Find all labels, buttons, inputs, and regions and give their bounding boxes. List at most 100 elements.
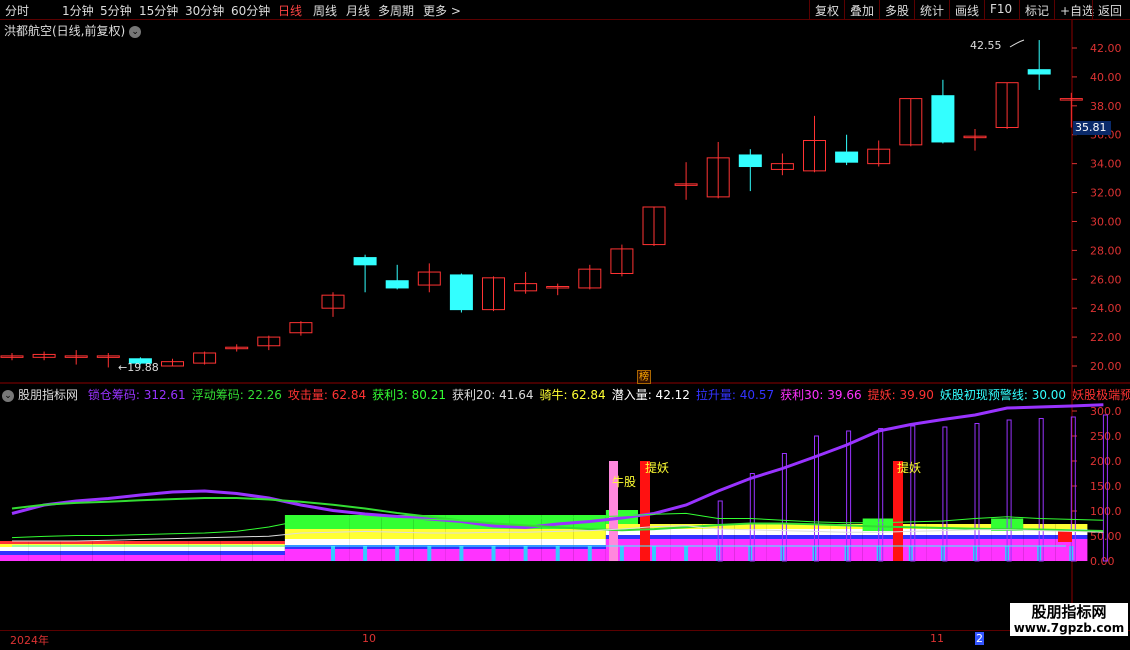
lock-chip-line bbox=[11, 403, 1104, 530]
band-segment bbox=[60, 551, 93, 555]
watermark: 股朋指标网 www.7gpzb.com bbox=[1010, 603, 1128, 636]
chart-canvas[interactable]: 42.0040.0038.0036.0034.0032.0030.0028.00… bbox=[0, 0, 1130, 630]
bang-badge[interactable]: 榜 bbox=[637, 370, 651, 384]
indicator-tick-label: 250.0 bbox=[1090, 430, 1122, 443]
band-segment bbox=[413, 539, 446, 545]
band-segment bbox=[92, 547, 125, 551]
indicator-name: 股朋指标网 bbox=[18, 388, 79, 402]
band-segment bbox=[252, 541, 285, 544]
band-segment bbox=[124, 551, 157, 555]
cyan-marker bbox=[427, 546, 432, 561]
price-tick-label: 22.00 bbox=[1090, 331, 1122, 344]
indicator-title-row: ⌄ 股朋指标网 锁仓筹码: 312.61 浮动筹码: 22.26 攻击量: 62.84… bbox=[2, 386, 1130, 403]
band-segment bbox=[573, 539, 606, 545]
band-segment bbox=[445, 539, 478, 545]
candle-body bbox=[353, 257, 377, 266]
candle-body bbox=[835, 151, 859, 163]
date-label: 11 bbox=[930, 632, 944, 645]
candle-body bbox=[931, 95, 955, 143]
low-arrow-icon: ← bbox=[118, 361, 128, 374]
tiyao-label: 提妖 bbox=[897, 460, 921, 475]
band-segment bbox=[509, 529, 542, 539]
band-segment bbox=[156, 547, 189, 551]
band-segment bbox=[28, 555, 61, 561]
price-tick-label: 28.00 bbox=[1090, 244, 1122, 257]
price-tick-label: 34.00 bbox=[1090, 158, 1122, 171]
price-tick-label: 26.00 bbox=[1090, 273, 1122, 286]
band-segment bbox=[188, 541, 221, 544]
candle-body bbox=[738, 154, 762, 168]
price-tick-label: 32.00 bbox=[1090, 187, 1122, 200]
candle-body bbox=[1027, 69, 1051, 75]
cyan-marker bbox=[652, 546, 656, 561]
band-segment bbox=[124, 541, 157, 544]
chevron-down-icon[interactable]: ⌄ bbox=[2, 389, 14, 402]
indicator-tick-label: 0.00 bbox=[1090, 555, 1115, 568]
indicator-value: 获利30: 39.66 bbox=[780, 388, 862, 402]
price-tick-label: 38.00 bbox=[1090, 100, 1122, 113]
band-segment bbox=[124, 555, 157, 561]
indicator-value: 拉升量: 40.57 bbox=[695, 388, 775, 402]
indicator-value: 骑牛: 62.84 bbox=[539, 388, 606, 402]
band-segment bbox=[477, 539, 510, 545]
date-label: 2024年 bbox=[10, 634, 49, 647]
band-segment bbox=[413, 529, 446, 539]
cyan-marker bbox=[619, 546, 624, 561]
indicator-tick-label: 200.0 bbox=[1090, 455, 1122, 468]
cyan-marker bbox=[395, 546, 400, 561]
band-segment bbox=[349, 539, 382, 545]
band-segment bbox=[0, 547, 29, 551]
indicator-tick-label: 300.0 bbox=[1090, 405, 1122, 418]
band-segment bbox=[220, 555, 253, 561]
candle-body bbox=[449, 274, 473, 311]
niu-label: 牛股 bbox=[612, 474, 636, 489]
band-segment bbox=[541, 529, 574, 539]
band-segment bbox=[28, 551, 61, 555]
date-label: 10 bbox=[362, 632, 376, 645]
indicator-value: 浮动筹码: 22.26 bbox=[191, 388, 282, 402]
candlestick-series bbox=[0, 39, 1083, 368]
price-tick-label: 20.00 bbox=[1090, 360, 1122, 373]
price-tick-label: 24.00 bbox=[1090, 302, 1122, 315]
cyan-marker bbox=[587, 546, 592, 561]
band-segment bbox=[349, 529, 382, 539]
indicator-value: 妖股初现预警线: 30.00 bbox=[939, 388, 1067, 402]
band-segment bbox=[188, 555, 221, 561]
indicator-value: 获利20: 41.64 bbox=[452, 388, 534, 402]
band-segment bbox=[0, 551, 29, 555]
price-tick-label: 42.00 bbox=[1090, 42, 1122, 55]
band-segment bbox=[317, 515, 350, 529]
price-axis: 42.0040.0038.0036.0034.0032.0030.0028.00… bbox=[1072, 42, 1122, 373]
indicator-value: 提妖: 39.90 bbox=[867, 388, 934, 402]
band-segment bbox=[317, 539, 350, 545]
band-segment bbox=[156, 551, 189, 555]
watermark-title: 股朋指标网 bbox=[1031, 603, 1107, 621]
date-axis: 2024年 10 11 2 bbox=[0, 630, 1130, 650]
band-segment bbox=[670, 535, 703, 539]
low-price-label: ←19.88 bbox=[118, 361, 159, 374]
band-segment bbox=[509, 539, 542, 545]
indicator-value: 获利3: 80.21 bbox=[372, 388, 446, 402]
band-segment bbox=[188, 547, 221, 551]
cyan-marker bbox=[459, 546, 464, 561]
band-segment bbox=[252, 551, 285, 555]
band-segment bbox=[92, 551, 125, 555]
cyan-marker bbox=[555, 546, 560, 561]
band-segment bbox=[188, 551, 221, 555]
band-segment bbox=[60, 547, 93, 551]
price-tick-label: 30.00 bbox=[1090, 215, 1122, 228]
band-segment bbox=[541, 539, 574, 545]
indicator-value: 潜入量: 42.12 bbox=[611, 388, 690, 402]
band-segment bbox=[92, 555, 125, 561]
cyan-marker bbox=[331, 546, 335, 561]
band-segment bbox=[220, 547, 253, 551]
cyan-marker bbox=[363, 546, 368, 561]
band-segment bbox=[284, 549, 317, 561]
band-segment bbox=[60, 555, 93, 561]
cyan-marker bbox=[491, 546, 496, 561]
watermark-url: www.7gpzb.com bbox=[1013, 621, 1125, 635]
band-segment bbox=[252, 555, 285, 561]
band-segment bbox=[284, 539, 317, 545]
band-segment bbox=[124, 547, 157, 551]
band-segment bbox=[156, 541, 189, 544]
